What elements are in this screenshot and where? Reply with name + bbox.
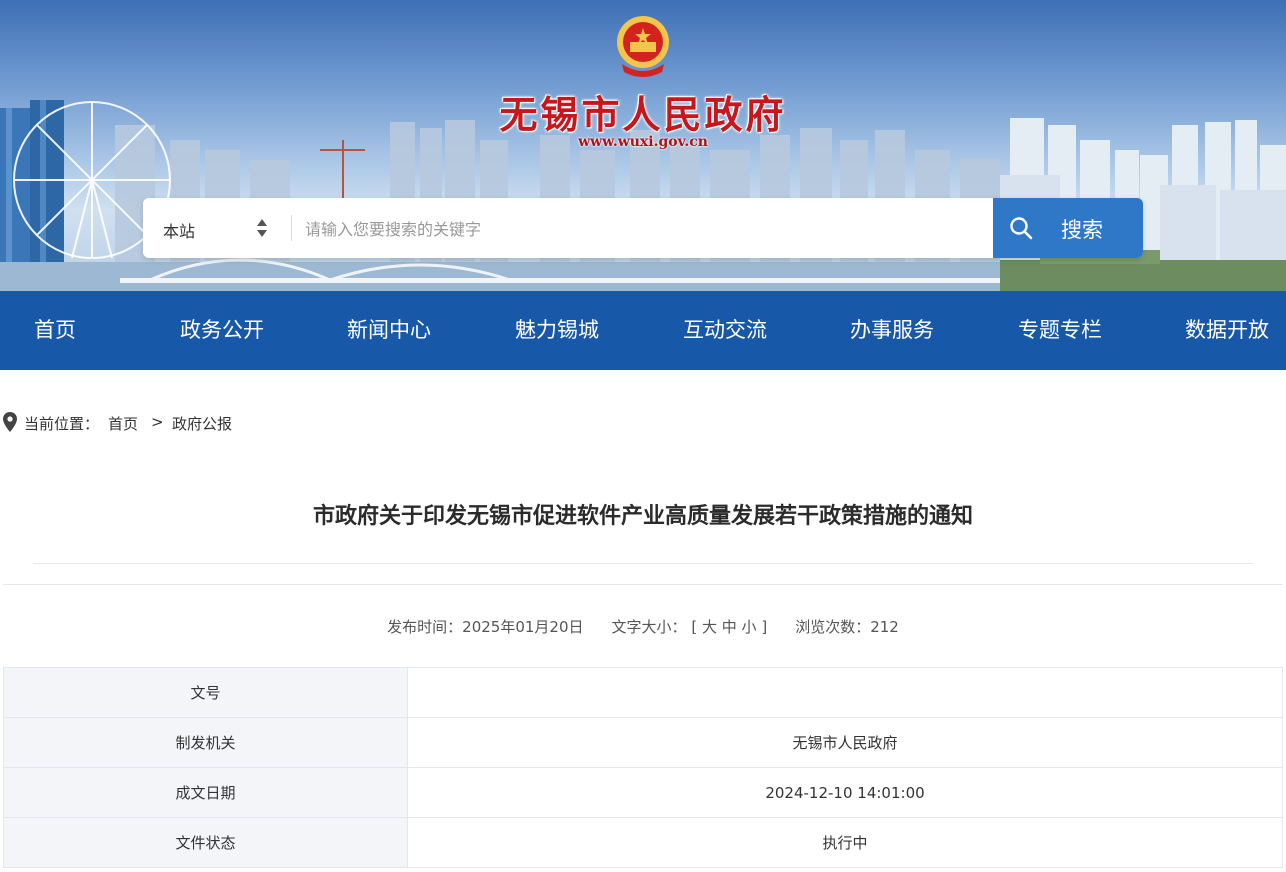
article-meta: 发布时间：2025年01月20日 文字大小： [ 大 中 小 ] 浏览次数：212	[0, 616, 1286, 637]
site-title: 无锡市人民政府	[499, 92, 787, 137]
info-value: 执行中	[407, 817, 1283, 868]
publish-label: 发布时间：	[387, 618, 463, 636]
search-icon	[1010, 217, 1033, 240]
site-url: www.wuxi.gov.cn	[578, 134, 708, 150]
article-title: 市政府关于印发无锡市促进软件产业高质量发展若干政策措施的通知	[312, 504, 973, 529]
header-banner: 无锡市人民政府 www.wuxi.gov.cn 本站 搜索	[0, 0, 1286, 291]
nav-item-services[interactable]: 办事服务	[850, 291, 934, 370]
breadcrumb-home[interactable]: 首页	[108, 413, 138, 434]
font-size-label: 文字大小：	[611, 618, 687, 636]
document-info-table: 文号 制发机关 无锡市人民政府 成文日期 2024-12-10 14:01:00…	[3, 667, 1283, 868]
breadcrumb-prefix: 当前位置：	[24, 415, 100, 433]
nav-item-city[interactable]: 魅力锡城	[515, 291, 599, 370]
nav-item-topics[interactable]: 专题专栏	[1018, 291, 1102, 370]
breadcrumb-current[interactable]: 政府公报	[172, 413, 232, 434]
table-row: 文件状态 执行中	[3, 817, 1283, 868]
info-value	[407, 667, 1283, 718]
nav-item-news[interactable]: 新闻中心	[347, 291, 431, 370]
bracket-close: ]	[761, 618, 768, 636]
views-label: 浏览次数：	[795, 618, 871, 636]
search-button-label: 搜索	[1061, 218, 1103, 242]
publish-date: 2025年01月20日	[462, 618, 584, 636]
search-scope-label: 本站	[163, 222, 196, 241]
nav-item-gov-affairs[interactable]: 政务公开	[180, 291, 264, 370]
font-size-large-link[interactable]: 大	[702, 618, 717, 636]
info-key: 成文日期	[3, 767, 408, 818]
search-bar: 本站 搜索	[143, 198, 1143, 258]
sort-arrows-icon	[257, 219, 267, 237]
nav-item-home[interactable]: 首页	[34, 291, 76, 370]
divider	[33, 563, 1253, 564]
breadcrumb-separator: >	[151, 413, 164, 431]
nav-item-open-data[interactable]: 数据开放	[1185, 291, 1269, 370]
national-emblem-icon	[617, 16, 669, 77]
main-nav: 首页 政务公开 新闻中心 魅力锡城 互动交流 办事服务 专题专栏 数据开放	[0, 291, 1286, 370]
search-divider	[291, 215, 292, 241]
info-key: 制发机关	[3, 717, 408, 768]
search-button[interactable]: 搜索	[993, 198, 1143, 258]
search-scope-select[interactable]: 本站	[143, 198, 291, 258]
font-size-small-link[interactable]: 小	[742, 618, 757, 636]
search-input[interactable]	[303, 212, 987, 246]
table-row: 文号	[3, 667, 1283, 718]
table-row: 成文日期 2024-12-10 14:01:00	[3, 767, 1283, 818]
divider	[3, 584, 1283, 585]
info-value: 2024-12-10 14:01:00	[407, 767, 1283, 818]
bracket-open: [	[691, 618, 698, 636]
location-pin-icon	[3, 412, 17, 432]
nav-item-interaction[interactable]: 互动交流	[683, 291, 767, 370]
table-row: 制发机关 无锡市人民政府	[3, 717, 1283, 768]
info-value: 无锡市人民政府	[407, 717, 1283, 768]
views-count: 212	[870, 618, 899, 636]
font-size-medium-link[interactable]: 中	[722, 618, 737, 636]
info-key: 文件状态	[3, 817, 408, 868]
info-key: 文号	[3, 667, 408, 718]
